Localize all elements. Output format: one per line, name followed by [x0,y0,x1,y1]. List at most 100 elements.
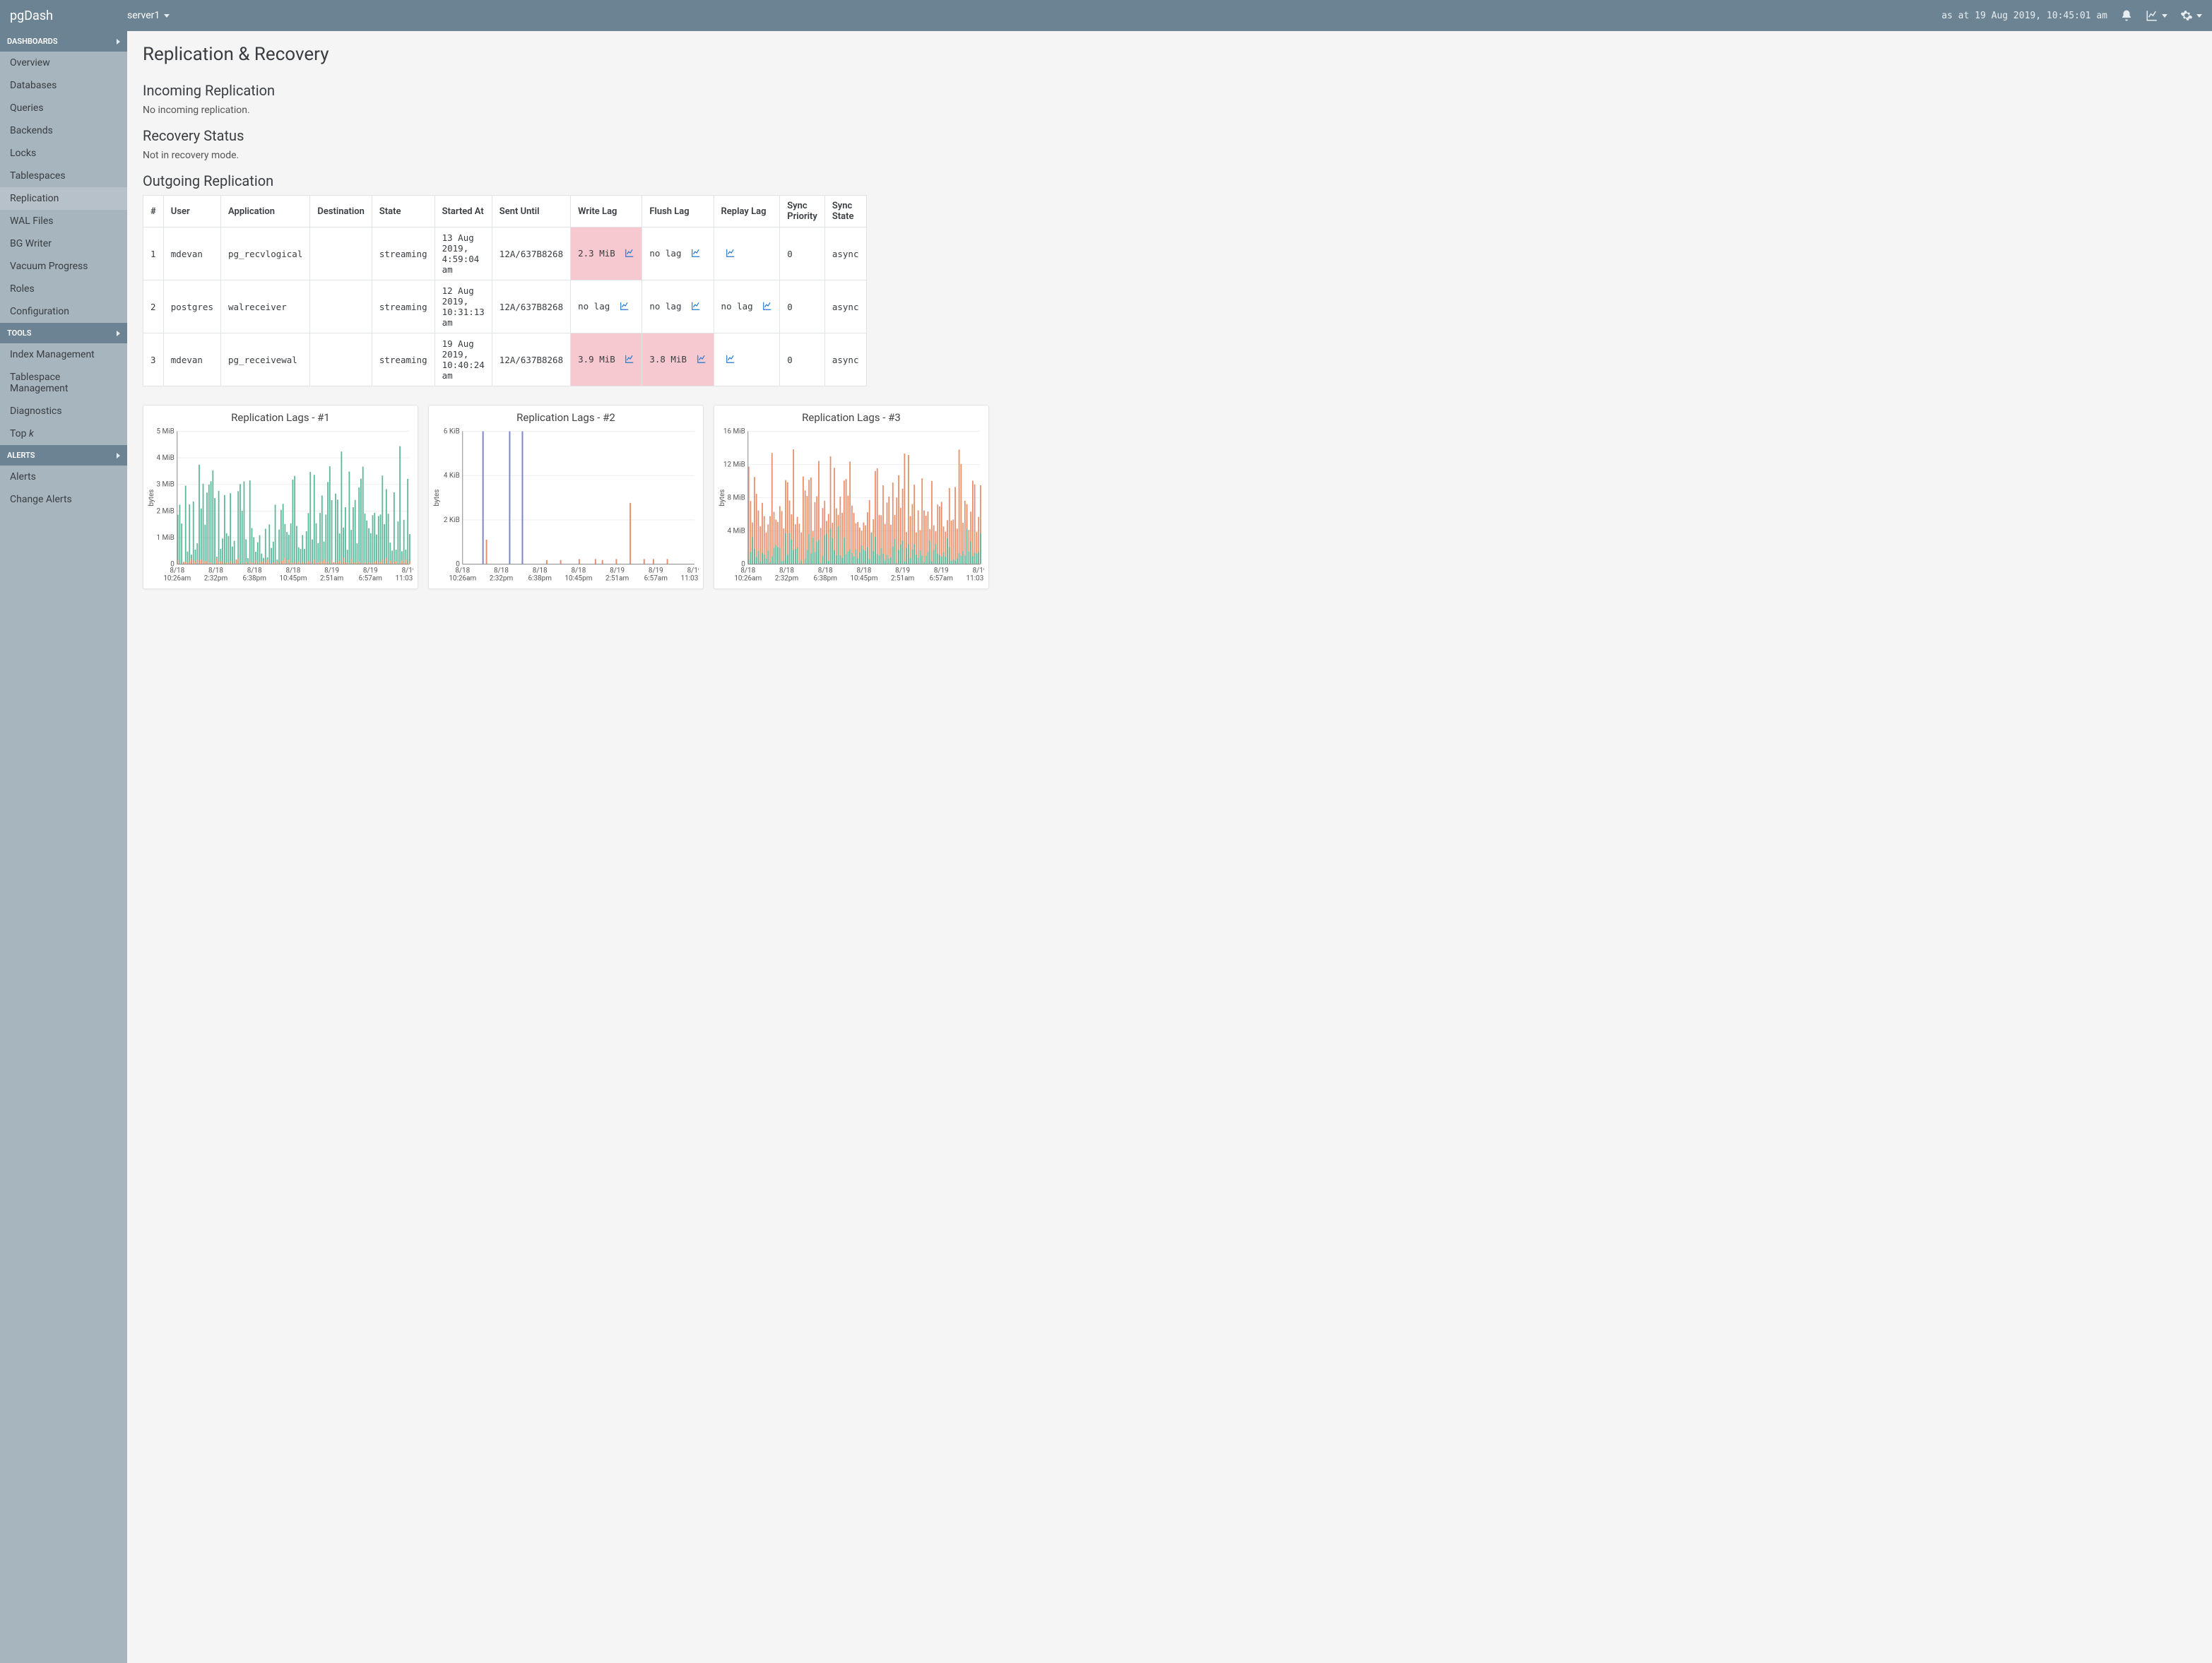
sidebar-item-vacuum-progress[interactable]: Vacuum Progress [0,255,127,278]
page-title: Replication & Recovery [143,44,2196,65]
chevron-right-icon [117,453,120,458]
chart-mini-icon[interactable] [691,301,701,313]
svg-text:8/18: 8/18 [494,567,509,575]
chart-card: Replication Lags - #202 KiB4 KiB6 KiBbyt… [428,405,704,589]
svg-text:10:45pm: 10:45pm [850,574,877,582]
sidebar-section-label: DASHBOARDS [7,37,58,46]
sidebar-item-replication[interactable]: Replication [0,187,127,210]
sidebar: DASHBOARDS OverviewDatabasesQueriesBacken… [0,31,127,1663]
sidebar-item-index-management[interactable]: Index Management [0,343,127,366]
sidebar-item-bg-writer[interactable]: BG Writer [0,232,127,255]
table-header: Replay Lag [714,196,780,227]
svg-text:8/19: 8/19 [363,567,378,575]
sidebar-item-alerts[interactable]: Alerts [0,466,127,488]
table-cell: streaming [372,333,434,386]
sidebar-section-header[interactable]: TOOLS [0,323,127,343]
outgoing-table: #UserApplicationDestinationStateStarted … [143,195,867,386]
chart-mini-icon[interactable] [726,248,735,260]
table-cell: 12 Aug 2019, 10:31:13 am [434,280,492,333]
table-cell: 3 [143,333,164,386]
svg-text:2 KiB: 2 KiB [444,516,460,524]
chevron-right-icon [117,331,120,336]
svg-text:4 MiB: 4 MiB [727,528,745,535]
svg-text:10:26am: 10:26am [449,574,476,582]
svg-text:2:51am: 2:51am [320,574,344,582]
chart-mini-icon[interactable] [625,248,634,260]
chart-mini-icon[interactable] [697,354,706,366]
svg-text:8/18: 8/18 [856,567,871,575]
sidebar-item-change-alerts[interactable]: Change Alerts [0,488,127,511]
recovery-text: Not in recovery mode. [143,150,2196,161]
chart-mini-icon[interactable] [762,301,772,313]
table-cell: async [824,280,866,333]
sidebar-item-diagnostics[interactable]: Diagnostics [0,400,127,422]
table-cell: pg_recvlogical [221,227,310,280]
table-cell: streaming [372,227,434,280]
svg-text:6:57am: 6:57am [930,574,954,582]
table-cell: 2 [143,280,164,333]
table-cell: 2.3 MiB [571,227,642,280]
chart-dropdown[interactable] [2146,9,2167,22]
sidebar-item-roles[interactable]: Roles [0,278,127,300]
sidebar-section-header[interactable]: ALERTS [0,445,127,466]
table-header: User [163,196,220,227]
sidebar-item-databases[interactable]: Databases [0,74,127,97]
sidebar-item-queries[interactable]: Queries [0,97,127,119]
chart-title: Replication Lags - #3 [714,406,988,425]
timestamp: as at 19 Aug 2019, 10:45:01 am [1941,11,2107,21]
table-cell: postgres [163,280,220,333]
table-header: Destination [310,196,372,227]
svg-text:8/18: 8/18 [740,567,755,575]
table-cell: 3.9 MiB [571,333,642,386]
sidebar-item-wal-files[interactable]: WAL Files [0,210,127,232]
brand[interactable]: pgDash [10,8,127,23]
svg-text:8/19: 8/19 [687,567,699,575]
svg-text:bytes: bytes [148,490,155,507]
chart-mini-icon[interactable] [620,301,629,313]
table-cell: mdevan [163,333,220,386]
settings-dropdown[interactable] [2180,9,2202,22]
table-cell: 3.8 MiB [642,333,714,386]
table-cell: pg_receivewal [221,333,310,386]
sidebar-item-locks[interactable]: Locks [0,142,127,165]
svg-text:8/18: 8/18 [779,567,794,575]
svg-text:1 MiB: 1 MiB [156,534,174,542]
sidebar-item-overview[interactable]: Overview [0,52,127,74]
table-cell: async [824,227,866,280]
svg-text:6 KiB: 6 KiB [444,428,460,436]
sidebar-item-tablespace-management[interactable]: Tablespace Management [0,366,127,400]
sidebar-item-tablespaces[interactable]: Tablespaces [0,165,127,187]
svg-text:8 MiB: 8 MiB [727,495,745,502]
svg-text:8/18: 8/18 [571,567,586,575]
chart-mini-icon[interactable] [625,354,634,366]
svg-text:8/19: 8/19 [895,567,910,575]
chart-title: Replication Lags - #1 [143,406,418,425]
sidebar-item-backends[interactable]: Backends [0,119,127,142]
svg-text:16 MiB: 16 MiB [723,428,745,436]
table-row: 3mdevanpg_receivewal streaming19 Aug 2019… [143,333,867,386]
table-cell: no lag [571,280,642,333]
table-cell: 19 Aug 2019, 10:40:24 am [434,333,492,386]
chart-mini-icon[interactable] [726,354,735,366]
table-cell [310,227,372,280]
sidebar-item-configuration[interactable]: Configuration [0,300,127,323]
main: Replication & Recovery Incoming Replicat… [127,31,2212,1663]
incoming-header: Incoming Replication [143,82,2196,99]
table-cell: 0 [780,333,825,386]
table-header: Sent Until [492,196,570,227]
svg-text:8/19: 8/19 [973,567,984,575]
bell-icon[interactable] [2120,9,2133,22]
chart-card: Replication Lags - #101 MiB2 MiB3 MiB4 M… [143,405,418,589]
table-row: 1mdevanpg_recvlogicalstreaming13 Aug 201… [143,227,867,280]
sidebar-item-top-k[interactable]: Top k [0,422,127,445]
svg-text:8/18: 8/18 [455,567,470,575]
sidebar-section-header[interactable]: DASHBOARDS [0,31,127,52]
svg-text:8/19: 8/19 [610,567,625,575]
table-cell: 0 [780,280,825,333]
table-row: 2postgreswalreceiverstreaming12 Aug 2019… [143,280,867,333]
svg-text:bytes: bytes [433,490,441,507]
server-selector[interactable]: server1 [127,10,170,21]
chart-mini-icon[interactable] [691,248,701,260]
svg-text:3 MiB: 3 MiB [156,481,174,489]
caret-down-icon [2196,14,2202,18]
